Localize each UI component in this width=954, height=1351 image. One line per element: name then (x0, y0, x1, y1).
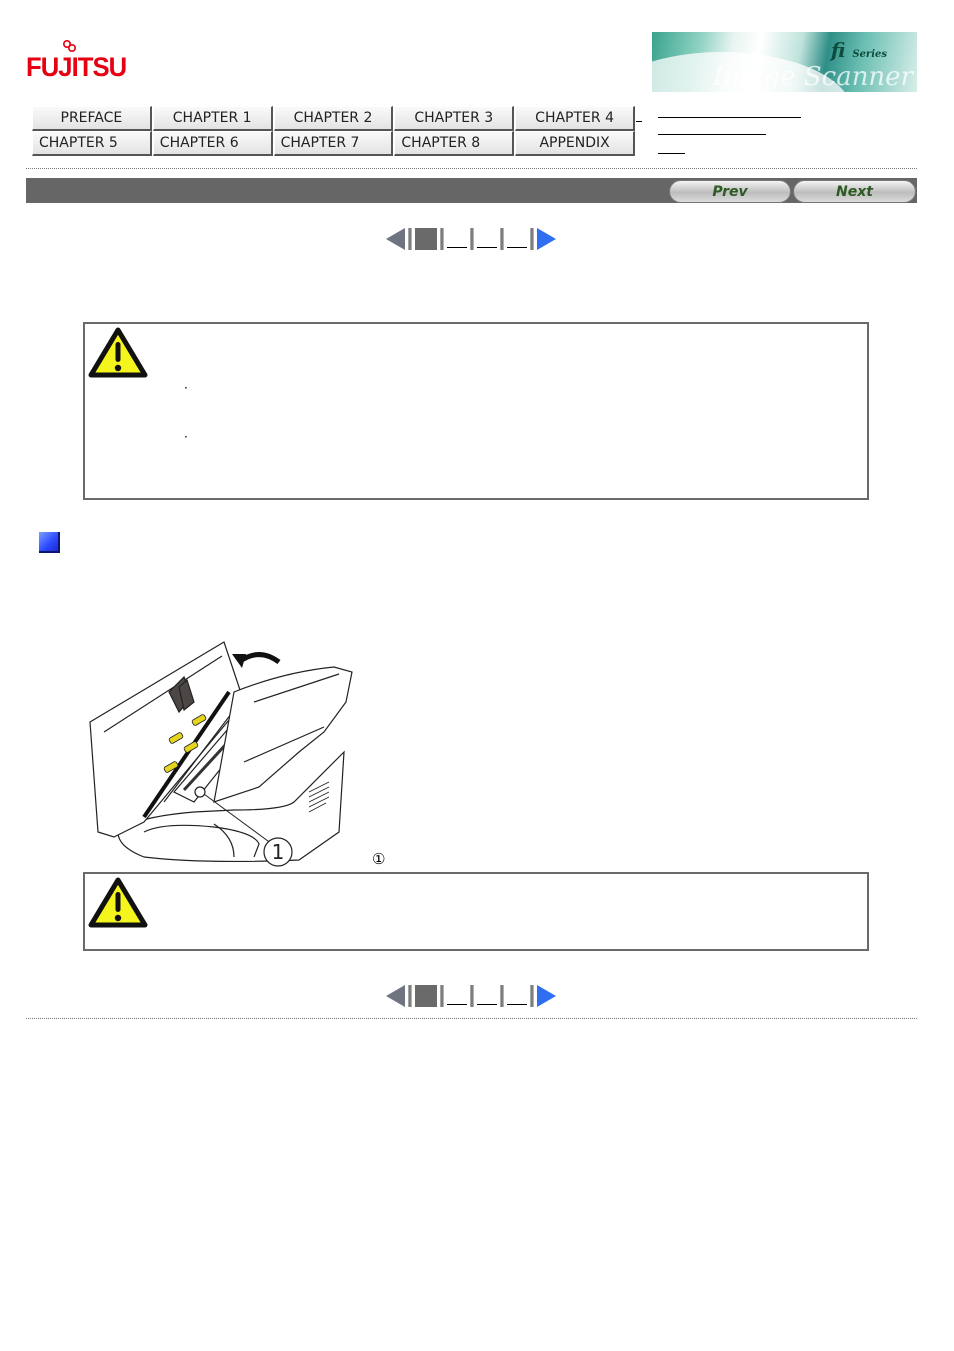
fujitsu-logo: FUJITSU (26, 40, 127, 86)
logo-text: FUJITSU (26, 52, 127, 82)
prev-button[interactable]: Prev (669, 180, 791, 203)
nav-preface[interactable]: PREFACE (32, 106, 152, 131)
pager-separator (408, 985, 412, 1007)
current-page-indicator (415, 228, 437, 250)
blue-square-icon (39, 532, 60, 553)
nav-chapter-1[interactable]: CHAPTER 1 (152, 106, 273, 131)
caution-1-bullet-1: · (184, 381, 188, 395)
nav-chapter-6[interactable]: CHAPTER 6 (152, 131, 273, 156)
nav-appendix[interactable]: APPENDIX (515, 131, 635, 156)
next-page-arrow-icon[interactable] (537, 228, 556, 250)
scanner-open-illustration: 1 (89, 641, 353, 867)
current-page-indicator (415, 985, 437, 1007)
caption-marker: ① (372, 850, 386, 868)
page-pager-top (386, 228, 556, 250)
nav-chapter-4[interactable]: CHAPTER 4 (515, 106, 635, 131)
page-link-2[interactable] (447, 1004, 467, 1005)
caution-box-2 (83, 872, 869, 951)
prev-page-arrow-icon[interactable] (386, 228, 405, 250)
side-link-2[interactable] (658, 134, 766, 135)
page-link-3[interactable] (477, 247, 497, 248)
pager-separator (440, 985, 444, 1007)
nav-chapter-7[interactable]: CHAPTER 7 (273, 131, 394, 156)
page-link-4[interactable] (507, 1004, 527, 1005)
nav-link-connector (636, 121, 642, 122)
caution-box-1: · · (83, 322, 869, 500)
chapter-nav-row-2: CHAPTER 5 CHAPTER 6 CHAPTER 7 CHAPTER 8 … (32, 131, 636, 156)
pager-separator (500, 228, 504, 250)
chapter-nav: PREFACE CHAPTER 1 CHAPTER 2 CHAPTER 3 CH… (32, 106, 636, 156)
fujitsu-infinity-icon (63, 40, 76, 52)
warning-triangle-icon (88, 327, 148, 378)
banner-product: Image Scanner (713, 62, 913, 92)
pager-separator (440, 228, 444, 250)
pager-separator (408, 228, 412, 250)
callout-number: 1 (272, 840, 285, 864)
fi-series-banner: fi Series Image Scanner (652, 32, 917, 92)
nav-chapter-2[interactable]: CHAPTER 2 (273, 106, 394, 131)
caution-1-bullet-2: · (184, 430, 188, 444)
nav-chapter-8[interactable]: CHAPTER 8 (394, 131, 515, 156)
pager-separator (470, 985, 474, 1007)
pager-separator (530, 228, 534, 250)
next-page-arrow-icon[interactable] (537, 985, 556, 1007)
nav-chapter-5[interactable]: CHAPTER 5 (32, 131, 152, 156)
pager-separator (500, 985, 504, 1007)
page-link-2[interactable] (447, 247, 467, 248)
pager-separator (530, 985, 534, 1007)
divider-top (26, 168, 917, 169)
pager-separator (470, 228, 474, 250)
warning-triangle-icon (88, 877, 148, 928)
side-link-1[interactable] (658, 117, 801, 118)
page-pager-bottom (386, 985, 556, 1007)
page-link-4[interactable] (507, 247, 527, 248)
side-link-3[interactable] (658, 153, 685, 154)
banner-brand: fi Series (830, 38, 887, 62)
chapter-nav-row-1: PREFACE CHAPTER 1 CHAPTER 2 CHAPTER 3 CH… (32, 106, 636, 131)
prev-page-arrow-icon[interactable] (386, 985, 405, 1007)
divider-bottom (26, 1018, 917, 1019)
page-link-3[interactable] (477, 1004, 497, 1005)
figure-caption: ① (372, 850, 385, 868)
next-button[interactable]: Next (793, 180, 916, 203)
nav-chapter-3[interactable]: CHAPTER 3 (394, 106, 515, 131)
